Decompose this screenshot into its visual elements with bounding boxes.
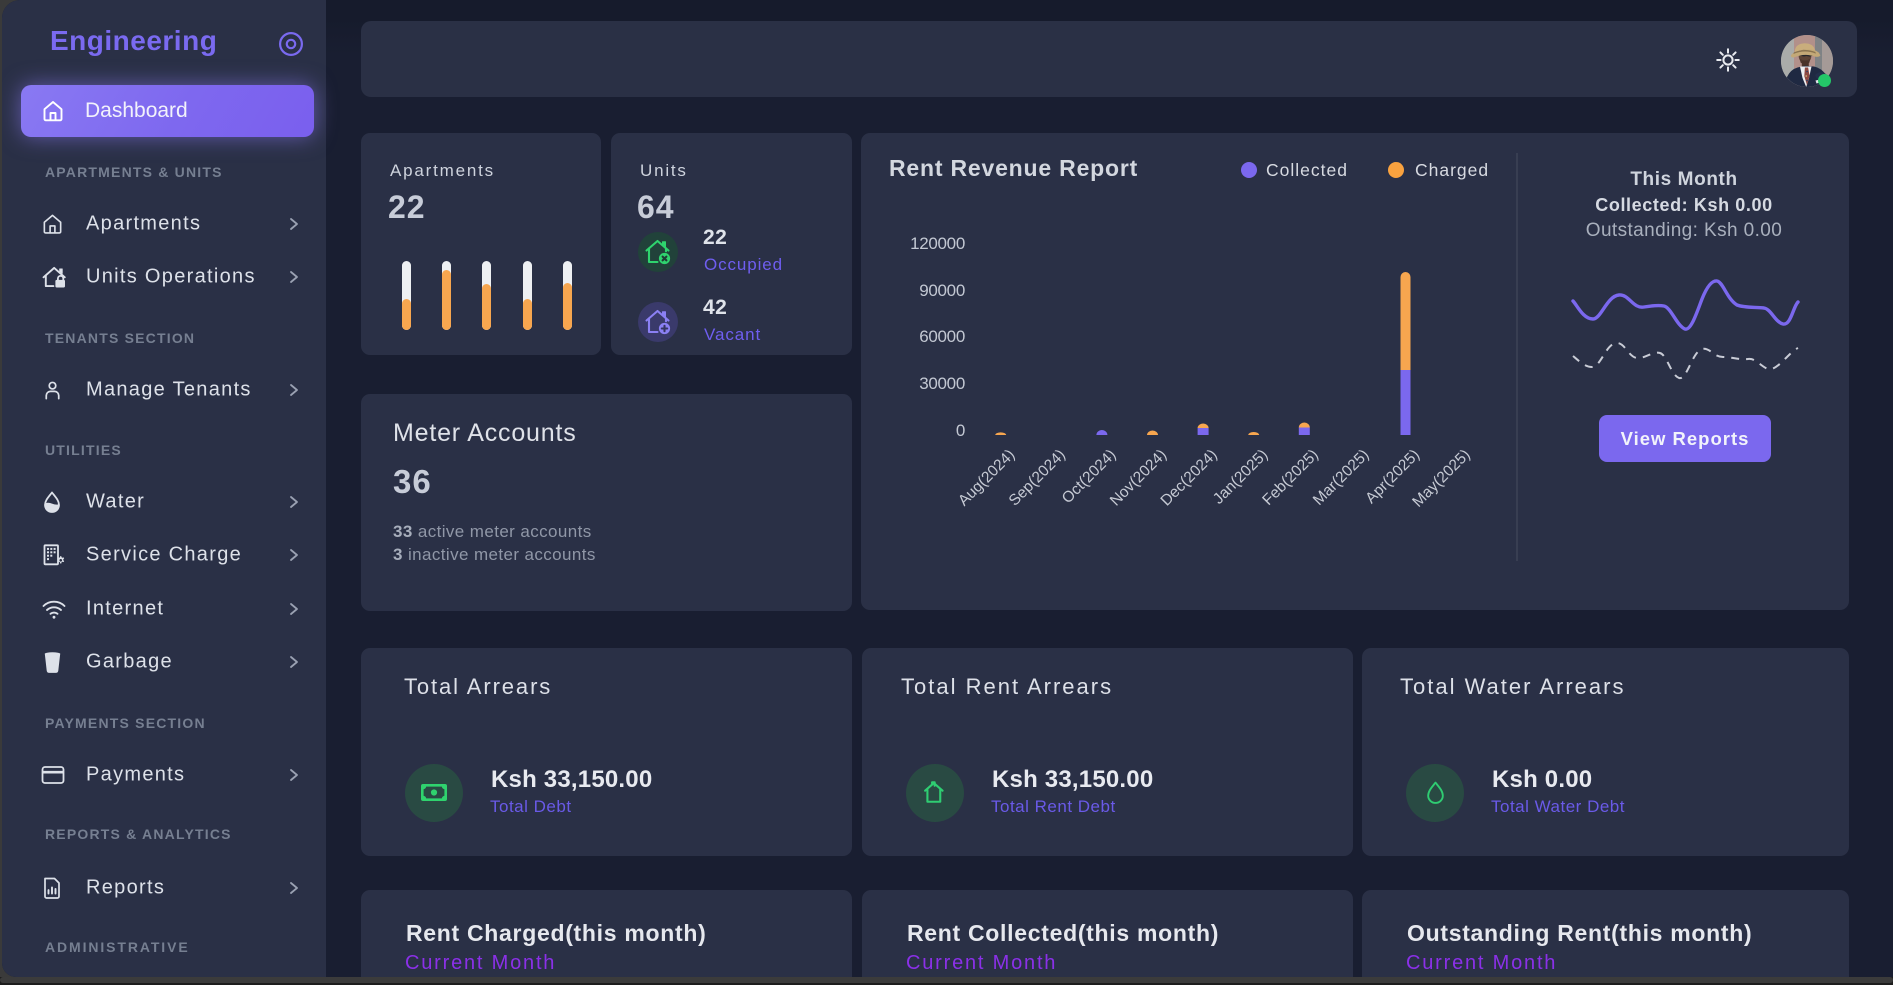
svg-text:90000: 90000 <box>919 281 965 300</box>
svg-text:120000: 120000 <box>910 234 965 253</box>
svg-text:60000: 60000 <box>919 327 965 346</box>
svg-text:0: 0 <box>956 421 965 440</box>
svg-text:30000: 30000 <box>919 374 965 393</box>
svg-text:Mar(2025): Mar(2025) <box>1310 446 1373 509</box>
